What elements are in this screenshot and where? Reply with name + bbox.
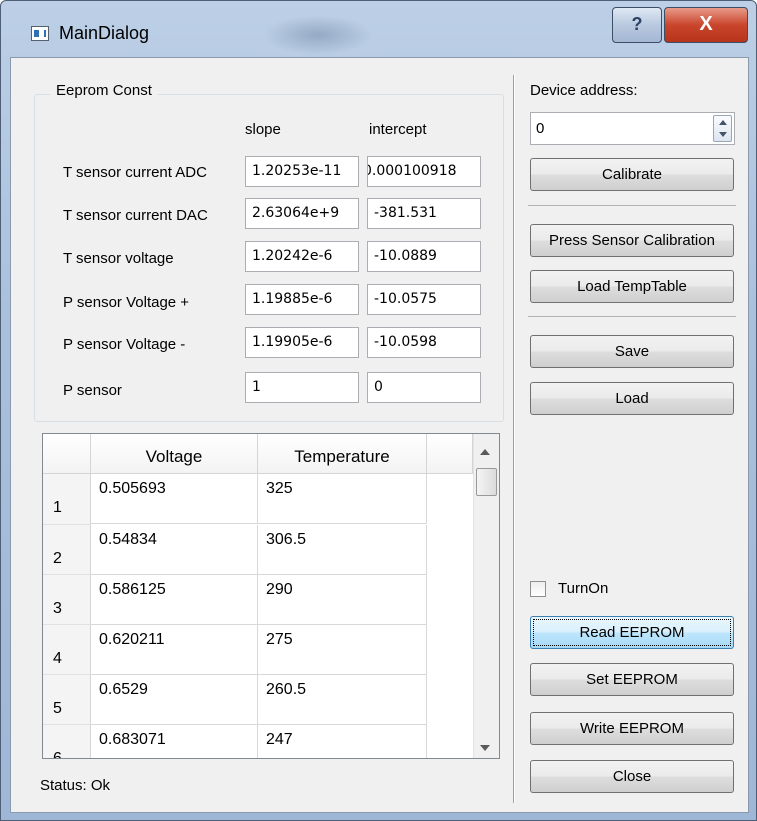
slope-field-t-sensor-voltage[interactable]: 1.20242e-6 (245, 241, 359, 272)
scroll-down-arrow-icon[interactable] (480, 745, 490, 751)
row-header[interactable]: 6 (43, 725, 91, 758)
row-label-p-sensor-voltage-plus: P sensor Voltage + (63, 294, 190, 311)
voltage-cell[interactable]: 0.586125 (91, 575, 258, 625)
intercept-field-t-sensor-current-adc[interactable]: 0.000100918 (367, 156, 481, 187)
row-header[interactable]: 2 (43, 525, 91, 575)
turnon-label[interactable]: TurnOn (558, 580, 608, 597)
window-title: MainDialog (59, 23, 150, 43)
row-label-t-sensor-current-dac: T sensor current DAC (63, 207, 208, 224)
voltage-cell[interactable]: 0.683071 (91, 725, 258, 758)
table-vertical-scrollbar[interactable] (473, 434, 499, 758)
row-header[interactable]: 5 (43, 675, 91, 725)
table-corner[interactable] (43, 434, 91, 474)
temperature-cell[interactable]: 306.5 (258, 525, 427, 575)
row-header[interactable]: 4 (43, 625, 91, 675)
scroll-up-arrow-icon[interactable] (480, 449, 490, 455)
load-temptable-button[interactable]: Load TempTable (530, 270, 734, 303)
slope-field-t-sensor-current-dac[interactable]: 2.63064e+9 (245, 198, 359, 229)
slope-field-p-sensor[interactable]: 1 (245, 372, 359, 403)
slope-field-p-sensor-voltage-plus[interactable]: 1.19885e-6 (245, 284, 359, 315)
voltage-cell[interactable]: 0.505693 (91, 474, 258, 524)
close-button[interactable]: Close (530, 760, 734, 793)
press-sensor-calibration-button[interactable]: Press Sensor Calibration (530, 224, 734, 257)
title-bar[interactable]: MainDialog ? X (1, 1, 756, 57)
temperature-cell[interactable]: 275 (258, 625, 427, 675)
voltage-column-header[interactable]: Voltage (91, 434, 258, 474)
device-address-label: Device address: (530, 82, 638, 99)
temperature-cell[interactable]: 290 (258, 575, 427, 625)
temperature-cell[interactable]: 260.5 (258, 675, 427, 725)
device-address-value[interactable]: 0 (536, 120, 544, 137)
spin-up-arrow-icon[interactable] (719, 120, 727, 125)
voltage-cell[interactable]: 0.54834 (91, 525, 258, 575)
separator (528, 316, 736, 317)
row-label-t-sensor-voltage: T sensor voltage (63, 250, 174, 267)
load-button[interactable]: Load (530, 382, 734, 415)
intercept-field-t-sensor-voltage[interactable]: -10.0889 (367, 241, 481, 272)
intercept-column-header: intercept (369, 121, 427, 138)
temperature-column-header[interactable]: Temperature (258, 434, 427, 474)
read-eeprom-button[interactable]: Read EEPROM (530, 616, 734, 649)
app-icon (31, 26, 49, 41)
device-address-spinbox[interactable]: 0 (530, 112, 735, 145)
separator (528, 205, 736, 206)
window-close-button[interactable]: X (664, 7, 748, 43)
intercept-field-p-sensor-voltage-minus[interactable]: -10.0598 (367, 327, 481, 358)
slope-column-header: slope (245, 121, 281, 138)
voltage-cell[interactable]: 0.620211 (91, 625, 258, 675)
voltage-cell[interactable]: 0.6529 (91, 675, 258, 725)
row-header[interactable]: 3 (43, 575, 91, 625)
temperature-cell[interactable]: 325 (258, 474, 427, 524)
turnon-checkbox[interactable] (530, 581, 546, 597)
set-eeprom-button[interactable]: Set EEPROM (530, 663, 734, 696)
slope-field-p-sensor-voltage-minus[interactable]: 1.19905e-6 (245, 327, 359, 358)
intercept-field-p-sensor-voltage-plus[interactable]: -10.0575 (367, 284, 481, 315)
intercept-field-t-sensor-current-dac[interactable]: -381.531 (367, 198, 481, 229)
save-button[interactable]: Save (530, 335, 734, 368)
calibrate-button[interactable]: Calibrate (530, 158, 734, 191)
status-label: Status: Ok (40, 777, 111, 794)
eeprom-group-title: Eeprom Const (50, 82, 158, 99)
slope-field-t-sensor-current-adc[interactable]: 1.20253e-11 (245, 156, 359, 187)
temp-table[interactable]: Voltage Temperature 1 0.505693 325 2 0.5… (42, 433, 500, 759)
intercept-field-p-sensor[interactable]: 0 (367, 372, 481, 403)
row-label-p-sensor: P sensor (63, 382, 122, 399)
write-eeprom-button[interactable]: Write EEPROM (530, 712, 734, 745)
table-header-filler (427, 434, 473, 474)
vertical-divider-highlight (514, 75, 515, 803)
row-header[interactable]: 1 (43, 474, 91, 525)
spin-down-arrow-icon[interactable] (719, 132, 727, 137)
row-label-t-sensor-current-adc: T sensor current ADC (63, 164, 207, 181)
temperature-cell[interactable]: 247 (258, 725, 427, 758)
help-button[interactable]: ? (612, 7, 662, 43)
title-bar-glow (263, 15, 373, 55)
scroll-thumb[interactable] (476, 468, 497, 496)
row-label-p-sensor-voltage-minus: P sensor Voltage - (63, 336, 186, 353)
spin-buttons[interactable] (713, 115, 732, 142)
